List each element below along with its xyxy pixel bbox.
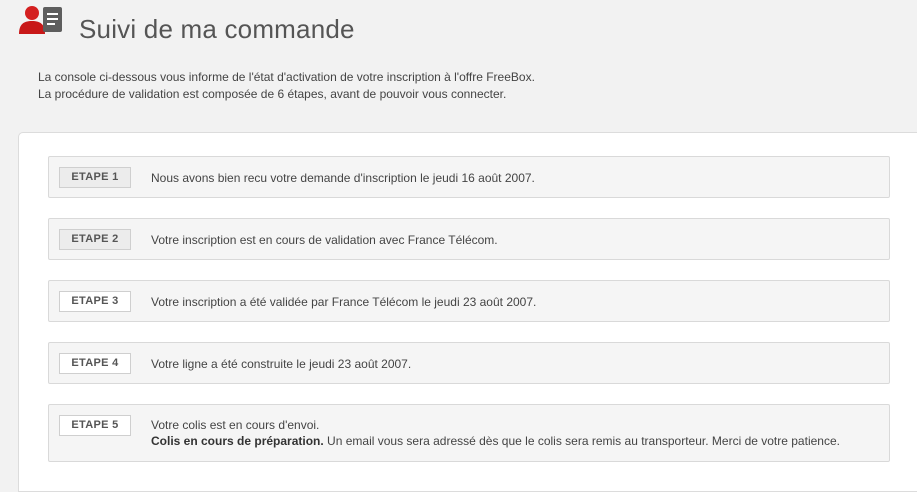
step-3: ETAPE 3 Votre inscription a été validée …: [48, 280, 890, 322]
step-2-text: Votre inscription est en cours de valida…: [151, 233, 498, 247]
step-2-badge: ETAPE 2: [59, 229, 131, 250]
step-3-text: Votre inscription a été validée par Fran…: [151, 295, 537, 309]
step-4-text: Votre ligne a été construite le jeudi 23…: [151, 357, 412, 371]
step-4: ETAPE 4 Votre ligne a été construite le …: [48, 342, 890, 384]
step-5-detail-bold: Colis en cours de préparation.: [151, 434, 324, 448]
user-document-icon: [18, 4, 64, 38]
step-3-badge: ETAPE 3: [59, 291, 131, 312]
step-5-status: Votre colis est en cours d'envoi.: [151, 418, 320, 432]
step-4-badge: ETAPE 4: [59, 353, 131, 374]
step-1-text: Nous avons bien recu votre demande d'ins…: [151, 171, 535, 185]
step-5-detail-text: Un email vous sera adressé dès que le co…: [323, 434, 840, 448]
page-title: Suivi de ma commande: [79, 14, 355, 44]
step-5-detail: Colis en cours de préparation. Un email …: [151, 433, 840, 449]
intro-line-1: La console ci-dessous vous informe de l'…: [38, 70, 535, 84]
step-5-badge: ETAPE 5: [59, 415, 131, 436]
step-5: ETAPE 5 Votre colis est en cours d'envoi…: [48, 404, 890, 462]
status-console: ETAPE 1 Nous avons bien recu votre deman…: [18, 132, 917, 492]
step-1-badge: ETAPE 1: [59, 167, 131, 188]
step-2: ETAPE 2 Votre inscription est en cours d…: [48, 218, 890, 260]
step-5-text: Votre colis est en cours d'envoi. Colis …: [151, 417, 840, 449]
page-header: Suivi de ma commande: [0, 0, 917, 60]
intro-line-2: La procédure de validation est composée …: [38, 87, 507, 101]
step-1: ETAPE 1 Nous avons bien recu votre deman…: [48, 156, 890, 198]
intro-text: La console ci-dessous vous informe de l'…: [38, 69, 535, 103]
